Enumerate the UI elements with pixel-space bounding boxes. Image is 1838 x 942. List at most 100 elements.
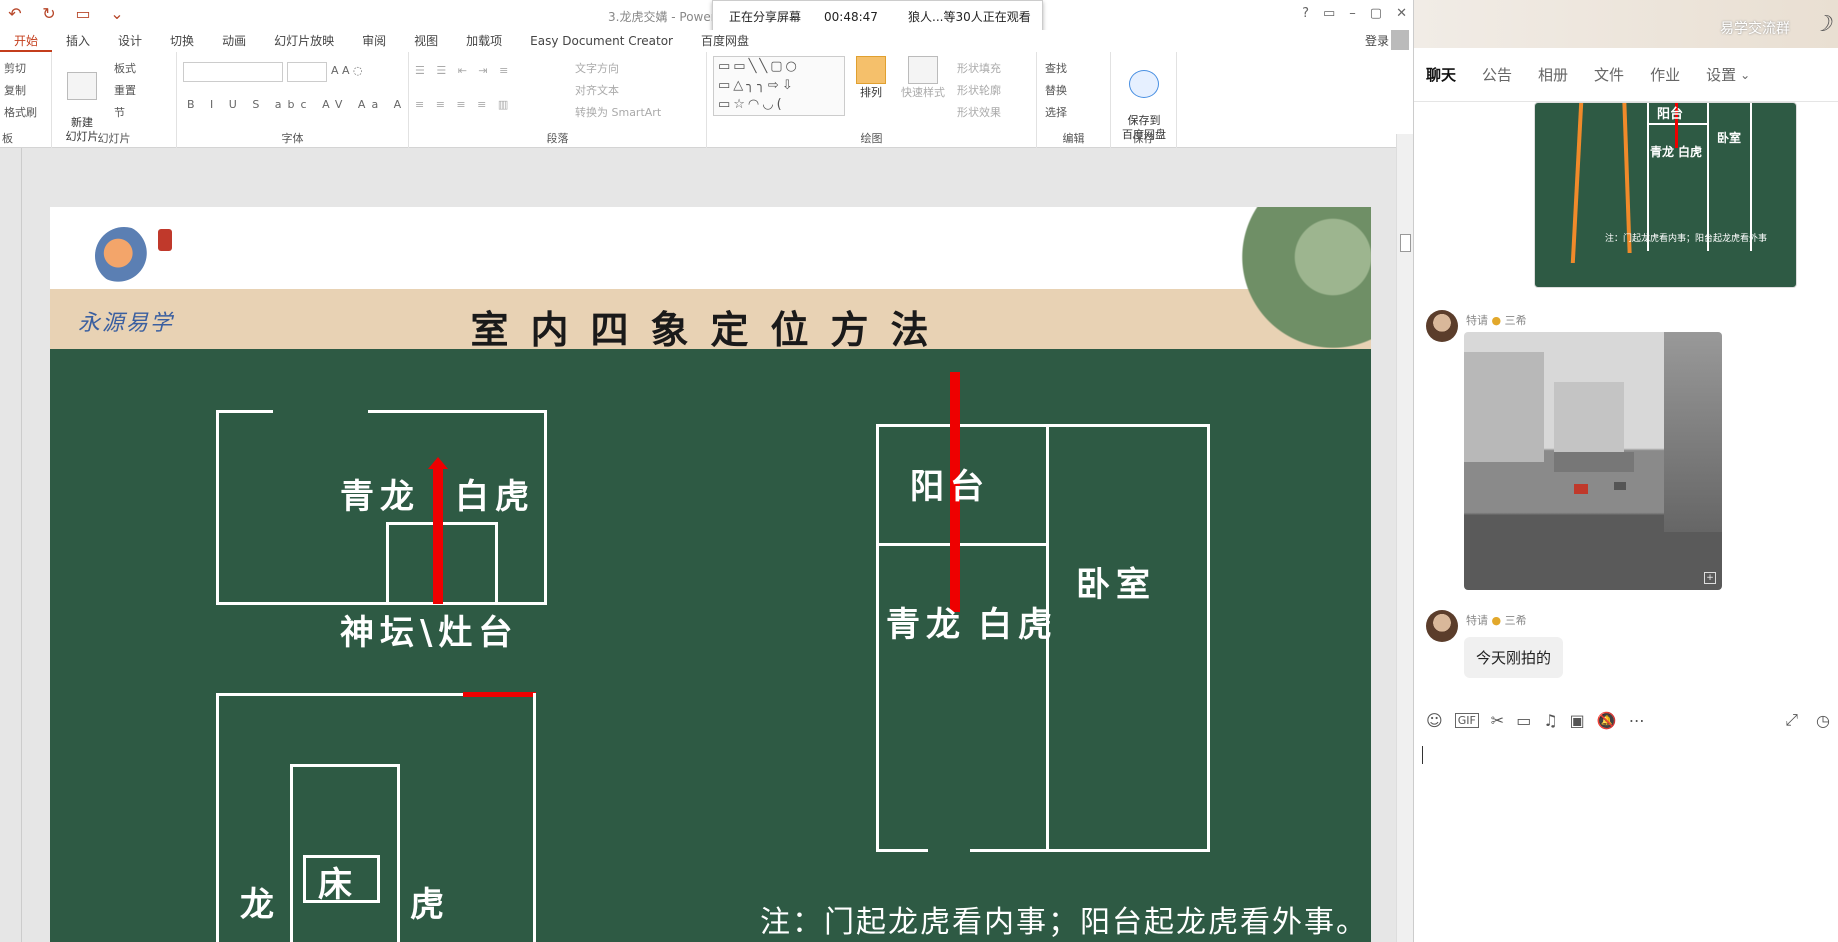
message-bubble[interactable]: 今天刚拍的 xyxy=(1464,637,1564,678)
text-direction-button[interactable]: 文字方向 xyxy=(575,60,619,76)
chevron-down-icon[interactable]: ⌄ xyxy=(1740,68,1750,82)
wall xyxy=(216,410,273,413)
slides-group-label: 幻灯片 xyxy=(97,132,131,145)
history-icon[interactable]: ◷ xyxy=(1816,711,1830,730)
street-photo[interactable]: + xyxy=(1464,332,1722,590)
maximize-button[interactable]: ▢ xyxy=(1370,6,1382,21)
expand-image-icon[interactable]: + xyxy=(1704,572,1716,584)
share-timer: 00:48:47 xyxy=(824,9,878,24)
wall xyxy=(876,543,1048,546)
slides-group: 新建 幻灯片 板式 重置 节 幻灯片 xyxy=(52,52,177,148)
editing-group-label: 编辑 xyxy=(1062,132,1085,145)
avatar[interactable] xyxy=(1426,610,1458,642)
tab-insert[interactable]: 插入 xyxy=(52,30,104,52)
music-icon[interactable]: ♫ xyxy=(1543,711,1557,730)
login-link[interactable]: 登录 xyxy=(1365,32,1389,49)
shape-fill-button[interactable]: 形状填充 xyxy=(957,60,1001,76)
editing-group: 查找 替换 选择 编辑 xyxy=(1037,52,1111,148)
slide-canvas[interactable]: 永源易学 室内四象定位方法 青龙 白虎 神坛\灶台 床 龙 虎 阳台 青龙 白虎… xyxy=(50,207,1371,942)
building xyxy=(1554,382,1624,462)
qinglong-label: 青龙 xyxy=(340,477,420,517)
altar-box xyxy=(386,522,389,604)
grow-shrink-font-buttons[interactable]: A A ◌ xyxy=(331,64,363,77)
save-group: 保存到 百度网盘 保存 xyxy=(1111,52,1177,148)
font-format-buttons[interactable]: B I U S abc AV Aa A xyxy=(187,98,407,111)
shape-effects-button[interactable]: 形状效果 xyxy=(957,104,1001,120)
emoji-icon[interactable]: ☺ xyxy=(1426,711,1443,730)
shapes-gallery[interactable]: ▭▭╲╲▢○ ▭△╮╮⇨⇩ ▭☆◠◡( xyxy=(713,56,845,116)
section-button[interactable]: 节 xyxy=(114,104,125,120)
convert-smartart-button[interactable]: 转换为 SmartArt xyxy=(575,104,661,120)
tab-notice[interactable]: 公告 xyxy=(1482,64,1512,85)
copy-button[interactable]: 复制 xyxy=(4,82,26,98)
tab-baidu-netdisk[interactable]: 百度网盘 xyxy=(687,30,763,52)
font-family-select[interactable] xyxy=(183,62,283,82)
tab-slideshow[interactable]: 幻灯片放映 xyxy=(260,30,348,52)
find-button[interactable]: 查找 xyxy=(1045,60,1067,76)
input-toolbar: ☺ GIF ✂ ▭ ♫ ▣ 🔕 ⋯ ⤢ ◷ xyxy=(1414,700,1838,740)
share-viewers[interactable]: 狼人...等30人正在观看 xyxy=(908,8,1031,25)
ribbon: 剪切 复制 格式刷 板 新建 幻灯片 板式 重置 节 幻灯片 A A ◌ B I… xyxy=(0,52,1413,148)
close-button[interactable]: ✕ xyxy=(1396,6,1407,21)
minimize-button[interactable]: – xyxy=(1349,6,1356,21)
cut-button[interactable]: 剪切 xyxy=(4,60,26,76)
tab-homework[interactable]: 作业 xyxy=(1650,64,1680,85)
wall xyxy=(1647,103,1649,251)
arrange-icon xyxy=(856,56,886,84)
mute-icon[interactable]: 🔕 xyxy=(1597,711,1617,730)
sender-name-text: 特请 xyxy=(1466,314,1488,327)
tab-addins[interactable]: 加载项 xyxy=(452,30,516,52)
thumbnail-pane-collapsed[interactable] xyxy=(0,148,22,942)
screenshot-icon[interactable]: ✂ xyxy=(1491,711,1504,730)
tab-chat[interactable]: 聊天 xyxy=(1426,64,1456,85)
tab-review[interactable]: 审阅 xyxy=(348,30,400,52)
scrollbar-thumb[interactable] xyxy=(1400,234,1411,252)
arrange-button[interactable]: 排列 xyxy=(851,56,891,100)
wall xyxy=(544,410,547,605)
expand-icon[interactable]: ⤢ xyxy=(1785,710,1798,730)
select-button[interactable]: 选择 xyxy=(1045,104,1067,120)
tab-design[interactable]: 设计 xyxy=(104,30,156,52)
tab-files[interactable]: 文件 xyxy=(1594,64,1624,85)
customize-icon[interactable]: ⌄ xyxy=(106,4,128,23)
layout-button[interactable]: 板式 xyxy=(114,60,136,76)
avatar[interactable] xyxy=(1426,310,1458,342)
redo-icon[interactable]: ↻ xyxy=(38,4,60,23)
more-icon[interactable]: ⋯ xyxy=(1629,711,1645,730)
tab-animations[interactable]: 动画 xyxy=(208,30,260,52)
font-size-select[interactable] xyxy=(287,62,327,82)
member-badge-icon: ● xyxy=(1491,314,1502,327)
member-badge-icon: ● xyxy=(1491,614,1502,627)
vertical-scrollbar[interactable] xyxy=(1396,134,1413,942)
gif-icon[interactable]: GIF xyxy=(1454,712,1479,728)
bed-frame xyxy=(290,764,400,767)
quick-styles-icon xyxy=(908,56,938,84)
tab-easy-document-creator[interactable]: Easy Document Creator xyxy=(516,30,687,52)
account-avatar[interactable] xyxy=(1391,30,1409,50)
replace-button[interactable]: 替换 xyxy=(1045,82,1067,98)
folder-icon[interactable]: ▭ xyxy=(1516,711,1531,730)
tab-transitions[interactable]: 切换 xyxy=(156,30,208,52)
red-seal-icon xyxy=(158,229,172,251)
reset-button[interactable]: 重置 xyxy=(114,82,136,98)
format-painter-button[interactable]: 格式刷 xyxy=(4,104,37,120)
tab-view[interactable]: 视图 xyxy=(400,30,452,52)
tab-album[interactable]: 相册 xyxy=(1538,64,1568,85)
message-input[interactable] xyxy=(1414,742,1838,942)
align-text-button[interactable]: 对齐文本 xyxy=(575,82,619,98)
quick-styles-button[interactable]: 快速样式 xyxy=(895,56,951,100)
tab-home[interactable]: 开始 xyxy=(0,30,53,52)
help-button[interactable]: ? xyxy=(1302,6,1309,21)
wall xyxy=(368,410,546,413)
message-list[interactable]: 阳台 青龙 白虎 卧室 注：门起龙虎看内事；阳台起龙虎看外事 特请 ● 三希 +… xyxy=(1414,102,1838,700)
align-buttons[interactable]: ≡ ≡ ≡ ≡ ▥ xyxy=(415,98,512,111)
ribbon-display-button[interactable]: ▭ xyxy=(1323,6,1335,21)
undo-icon[interactable]: ↶ xyxy=(4,4,26,23)
tab-settings[interactable]: 设置 xyxy=(1706,64,1736,85)
start-from-beginning-icon[interactable]: ▭ xyxy=(72,4,94,23)
shape-outline-button[interactable]: 形状轮廓 xyxy=(957,82,1001,98)
image-icon[interactable]: ▣ xyxy=(1570,711,1585,730)
list-buttons[interactable]: ☰ ☰ ⇤ ⇥ ≡ xyxy=(415,64,512,77)
slide-preview-image[interactable]: 阳台 青龙 白虎 卧室 注：门起龙虎看内事；阳台起龙虎看外事 xyxy=(1534,102,1797,288)
save-group-label: 保存 xyxy=(1132,132,1155,145)
